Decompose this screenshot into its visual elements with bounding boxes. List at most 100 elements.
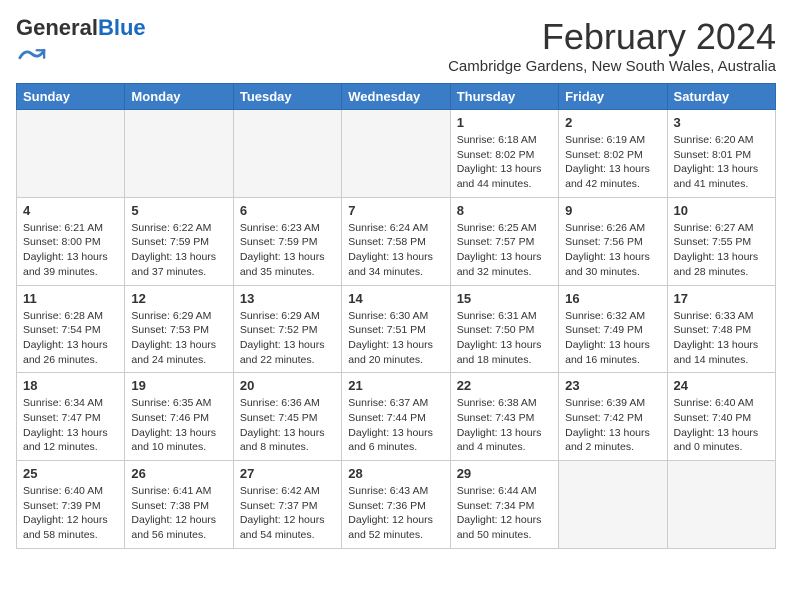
calendar-cell: 2 Sunrise: 6:19 AM Sunset: 8:02 PM Daylig… — [559, 110, 667, 198]
calendar-cell: 15Sunrise: 6:31 AM Sunset: 7:50 PM Dayli… — [450, 285, 558, 373]
day-info: Sunrise: 6:21 AM Sunset: 8:00 PM Dayligh… — [23, 221, 118, 280]
calendar-cell — [17, 110, 125, 198]
calendar-cell: 12 Sunrise: 6:29 AM Sunset: 7:53 PM Dayli… — [125, 285, 233, 373]
day-info: Sunrise: 6:29 AM Sunset: 7:53 PM Dayligh… — [131, 309, 226, 368]
calendar-cell: 18Sunrise: 6:34 AM Sunset: 7:47 PM Dayli… — [17, 373, 125, 461]
calendar-week-1: 1Sunrise: 6:18 AM Sunset: 8:02 PM Daylig… — [17, 110, 776, 198]
column-header-saturday: Saturday — [667, 84, 775, 110]
calendar-cell — [559, 461, 667, 549]
calendar-cell: 23 Sunrise: 6:39 AM Sunset: 7:42 PM Dayli… — [559, 373, 667, 461]
day-number: 7 — [348, 203, 443, 218]
day-number: 1 — [457, 115, 552, 130]
calendar-cell — [125, 110, 233, 198]
calendar-cell: 22 Sunrise: 6:38 AM Sunset: 7:43 PM Dayli… — [450, 373, 558, 461]
day-number: 10 — [674, 203, 769, 218]
calendar-cell: 27 Sunrise: 6:42 AM Sunset: 7:37 PM Dayli… — [233, 461, 341, 549]
day-info: Sunrise: 6:42 AM Sunset: 7:37 PM Dayligh… — [240, 484, 335, 543]
day-info: Sunrise: 6:37 AM Sunset: 7:44 PM Dayligh… — [348, 396, 443, 455]
column-header-sunday: Sunday — [17, 84, 125, 110]
day-info: Sunrise: 6:40 AM Sunset: 7:40 PM Dayligh… — [674, 396, 769, 455]
day-number: 29 — [457, 466, 552, 481]
calendar-cell: 9 Sunrise: 6:26 AM Sunset: 7:56 PM Daylig… — [559, 197, 667, 285]
calendar-cell — [233, 110, 341, 198]
day-number: 25 — [23, 466, 118, 481]
day-number: 27 — [240, 466, 335, 481]
day-number: 28 — [348, 466, 443, 481]
calendar-cell: 8 Sunrise: 6:25 AM Sunset: 7:57 PM Daylig… — [450, 197, 558, 285]
column-header-thursday: Thursday — [450, 84, 558, 110]
calendar-cell: 14Sunrise: 6:30 AM Sunset: 7:51 PM Dayli… — [342, 285, 450, 373]
calendar-cell: 13 Sunrise: 6:29 AM Sunset: 7:52 PM Dayli… — [233, 285, 341, 373]
column-header-friday: Friday — [559, 84, 667, 110]
day-number: 21 — [348, 378, 443, 393]
calendar-cell — [342, 110, 450, 198]
day-number: 20 — [240, 378, 335, 393]
day-info: Sunrise: 6:19 AM Sunset: 8:02 PM Dayligh… — [565, 133, 660, 192]
day-number: 17 — [674, 291, 769, 306]
day-number: 12 — [131, 291, 226, 306]
day-number: 26 — [131, 466, 226, 481]
day-info: Sunrise: 6:33 AM Sunset: 7:48 PM Dayligh… — [674, 309, 769, 368]
calendar-cell: 10 Sunrise: 6:27 AM Sunset: 7:55 PM Dayli… — [667, 197, 775, 285]
calendar-header-row: SundayMondayTuesdayWednesdayThursdayFrid… — [17, 84, 776, 110]
day-info: Sunrise: 6:29 AM Sunset: 7:52 PM Dayligh… — [240, 309, 335, 368]
day-number: 16 — [565, 291, 660, 306]
logo-wave-icon — [18, 40, 46, 68]
day-info: Sunrise: 6:41 AM Sunset: 7:38 PM Dayligh… — [131, 484, 226, 543]
calendar-cell: 17 Sunrise: 6:33 AM Sunset: 7:48 PM Dayli… — [667, 285, 775, 373]
calendar-week-3: 11Sunrise: 6:28 AM Sunset: 7:54 PM Dayli… — [17, 285, 776, 373]
day-info: Sunrise: 6:39 AM Sunset: 7:42 PM Dayligh… — [565, 396, 660, 455]
calendar-cell: 3 Sunrise: 6:20 AM Sunset: 8:01 PM Daylig… — [667, 110, 775, 198]
day-info: Sunrise: 6:20 AM Sunset: 8:01 PM Dayligh… — [674, 133, 769, 192]
day-number: 18 — [23, 378, 118, 393]
day-number: 6 — [240, 203, 335, 218]
calendar-week-4: 18Sunrise: 6:34 AM Sunset: 7:47 PM Dayli… — [17, 373, 776, 461]
logo: GeneralBlue — [16, 16, 146, 73]
calendar-cell: 28Sunrise: 6:43 AM Sunset: 7:36 PM Dayli… — [342, 461, 450, 549]
day-number: 2 — [565, 115, 660, 130]
column-header-monday: Monday — [125, 84, 233, 110]
calendar-cell: 26 Sunrise: 6:41 AM Sunset: 7:38 PM Dayli… — [125, 461, 233, 549]
column-header-wednesday: Wednesday — [342, 84, 450, 110]
day-info: Sunrise: 6:28 AM Sunset: 7:54 PM Dayligh… — [23, 309, 118, 368]
calendar-cell: 21 Sunrise: 6:37 AM Sunset: 7:44 PM Dayli… — [342, 373, 450, 461]
day-number: 8 — [457, 203, 552, 218]
day-info: Sunrise: 6:40 AM Sunset: 7:39 PM Dayligh… — [23, 484, 118, 543]
calendar-cell — [667, 461, 775, 549]
calendar-cell: 29 Sunrise: 6:44 AM Sunset: 7:34 PM Dayli… — [450, 461, 558, 549]
day-number: 24 — [674, 378, 769, 393]
calendar-cell: 1Sunrise: 6:18 AM Sunset: 8:02 PM Daylig… — [450, 110, 558, 198]
calendar-table: SundayMondayTuesdayWednesdayThursdayFrid… — [16, 83, 776, 549]
calendar-week-5: 25 Sunrise: 6:40 AM Sunset: 7:39 PM Dayli… — [17, 461, 776, 549]
day-info: Sunrise: 6:25 AM Sunset: 7:57 PM Dayligh… — [457, 221, 552, 280]
calendar-cell: 24 Sunrise: 6:40 AM Sunset: 7:40 PM Dayli… — [667, 373, 775, 461]
day-info: Sunrise: 6:23 AM Sunset: 7:59 PM Dayligh… — [240, 221, 335, 280]
day-info: Sunrise: 6:27 AM Sunset: 7:55 PM Dayligh… — [674, 221, 769, 280]
calendar-cell: 5 Sunrise: 6:22 AM Sunset: 7:59 PM Daylig… — [125, 197, 233, 285]
day-info: Sunrise: 6:38 AM Sunset: 7:43 PM Dayligh… — [457, 396, 552, 455]
day-info: Sunrise: 6:24 AM Sunset: 7:58 PM Dayligh… — [348, 221, 443, 280]
calendar-cell: 11Sunrise: 6:28 AM Sunset: 7:54 PM Dayli… — [17, 285, 125, 373]
day-number: 23 — [565, 378, 660, 393]
calendar-cell: 20 Sunrise: 6:36 AM Sunset: 7:45 PM Dayli… — [233, 373, 341, 461]
day-info: Sunrise: 6:26 AM Sunset: 7:56 PM Dayligh… — [565, 221, 660, 280]
day-info: Sunrise: 6:22 AM Sunset: 7:59 PM Dayligh… — [131, 221, 226, 280]
day-number: 9 — [565, 203, 660, 218]
day-number: 19 — [131, 378, 226, 393]
page-header: GeneralBlue February 2024 Cambridge Gard… — [16, 16, 776, 75]
day-info: Sunrise: 6:44 AM Sunset: 7:34 PM Dayligh… — [457, 484, 552, 543]
day-number: 13 — [240, 291, 335, 306]
calendar-cell: 16Sunrise: 6:32 AM Sunset: 7:49 PM Dayli… — [559, 285, 667, 373]
logo-blue: Blue — [98, 15, 146, 40]
logo-general: General — [16, 15, 98, 40]
column-header-tuesday: Tuesday — [233, 84, 341, 110]
calendar-cell: 7 Sunrise: 6:24 AM Sunset: 7:58 PM Daylig… — [342, 197, 450, 285]
title-block: February 2024 Cambridge Gardens, New Sou… — [448, 16, 776, 75]
day-info: Sunrise: 6:36 AM Sunset: 7:45 PM Dayligh… — [240, 396, 335, 455]
day-info: Sunrise: 6:31 AM Sunset: 7:50 PM Dayligh… — [457, 309, 552, 368]
calendar-cell: 4Sunrise: 6:21 AM Sunset: 8:00 PM Daylig… — [17, 197, 125, 285]
day-info: Sunrise: 6:35 AM Sunset: 7:46 PM Dayligh… — [131, 396, 226, 455]
day-number: 22 — [457, 378, 552, 393]
day-number: 5 — [131, 203, 226, 218]
day-number: 3 — [674, 115, 769, 130]
